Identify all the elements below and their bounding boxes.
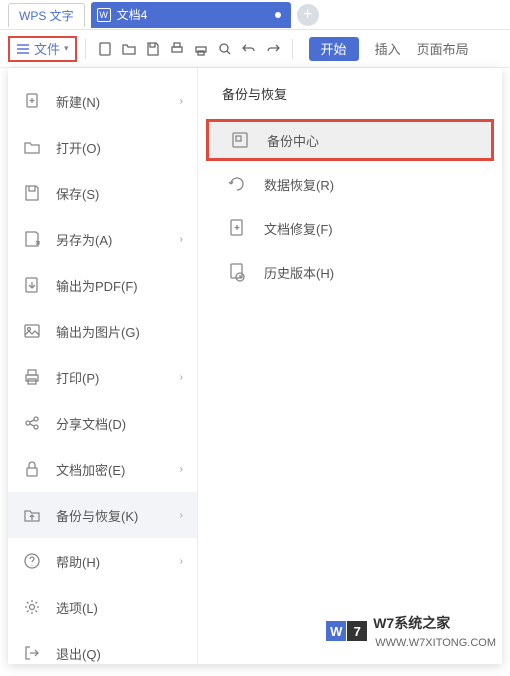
watermark-brand: W7系统之家 [373, 615, 450, 631]
chevron-right-icon: › [180, 96, 183, 107]
new-file-icon [22, 91, 42, 111]
lock-icon [22, 459, 42, 479]
chevron-down-icon: ▾ [64, 43, 69, 54]
chevron-right-icon: › [180, 234, 183, 245]
add-tab-button[interactable]: + [297, 4, 319, 26]
chevron-right-icon: › [180, 464, 183, 475]
menu-open[interactable]: 打开(O) [8, 124, 197, 170]
menu-label: 退出(Q) [56, 644, 183, 663]
gear-icon [22, 597, 42, 617]
submenu-title: 备份与恢复 [198, 80, 502, 117]
menu-label: 打开(O) [56, 138, 183, 157]
chevron-right-icon: › [180, 556, 183, 567]
print-icon[interactable] [190, 38, 212, 60]
repair-icon [226, 217, 248, 239]
menu-print[interactable]: 打印(P) › [8, 354, 197, 400]
exit-icon [22, 643, 42, 663]
backup-icon [22, 505, 42, 525]
backup-center-icon [229, 129, 251, 151]
open-icon[interactable] [118, 38, 140, 60]
submenu-label: 备份中心 [267, 131, 319, 150]
redo-icon[interactable] [262, 38, 284, 60]
chevron-right-icon: › [180, 372, 183, 383]
submenu-doc-repair[interactable]: 文档修复(F) [206, 207, 494, 249]
menu-label: 保存(S) [56, 184, 183, 203]
menu-label: 备份与恢复(K) [56, 506, 166, 525]
new-icon[interactable] [94, 38, 116, 60]
save-icon[interactable] [142, 38, 164, 60]
start-tab[interactable]: 开始 [309, 37, 359, 61]
watermark-logo: W 7 [326, 621, 367, 641]
history-icon [226, 261, 248, 283]
undo-icon[interactable] [238, 38, 260, 60]
file-menu-button[interactable]: 文件 ▾ [8, 36, 77, 62]
menu-saveas[interactable]: 另存为(A) › [8, 216, 197, 262]
share-icon [22, 413, 42, 433]
document-tab[interactable]: W 文档4 [91, 2, 291, 28]
menu-share[interactable]: 分享文档(D) [8, 400, 197, 446]
menu-label: 新建(N) [56, 92, 166, 111]
menu-label: 帮助(H) [56, 552, 166, 571]
save-file-icon [22, 183, 42, 203]
help-icon [22, 551, 42, 571]
submenu-backup-center[interactable]: 备份中心 [206, 119, 494, 161]
separator [292, 39, 293, 59]
submenu-label: 数据恢复(R) [264, 175, 334, 194]
watermark: W 7 W7系统之家 WWW.W7XITONG.COM [326, 613, 496, 649]
submenu-data-recovery[interactable]: 数据恢复(R) [206, 163, 494, 205]
recovery-icon [226, 173, 248, 195]
chevron-right-icon: › [180, 510, 183, 521]
insert-tab[interactable]: 插入 [375, 39, 401, 58]
page-layout-tab[interactable]: 页面布局 [417, 39, 469, 58]
menu-right-column: 备份与恢复 备份中心 数据恢复(R) 文档修复(F) 历史版本(H) [198, 68, 502, 664]
menu-label: 输出为图片(G) [56, 322, 183, 341]
app-tab-label: WPS 文字 [19, 7, 74, 24]
hamburger-icon [16, 43, 30, 55]
separator [85, 39, 86, 59]
menu-label: 选项(L) [56, 598, 183, 617]
menu-label: 文档加密(E) [56, 460, 166, 479]
logo-7: 7 [347, 621, 367, 641]
menu-save[interactable]: 保存(S) [8, 170, 197, 216]
toolbar: 文件 ▾ 开始 插入 页面布局 [0, 30, 510, 68]
menu-label: 分享文档(D) [56, 414, 183, 433]
tab-bar: WPS 文字 W 文档4 + [0, 0, 510, 30]
saveas-icon [22, 229, 42, 249]
file-label: 文件 [34, 39, 60, 58]
app-tab[interactable]: WPS 文字 [8, 3, 85, 27]
menu-new[interactable]: 新建(N) › [8, 78, 197, 124]
folder-icon [22, 137, 42, 157]
file-menu-dropdown: 新建(N) › 打开(O) 保存(S) 另存为(A) › 输出为PDF(F) 输出为… [8, 68, 502, 664]
logo-w: W [326, 621, 346, 641]
print-quick-icon[interactable] [166, 38, 188, 60]
menu-options[interactable]: 选项(L) [8, 584, 197, 630]
menu-export-pdf[interactable]: 输出为PDF(F) [8, 262, 197, 308]
menu-label: 打印(P) [56, 368, 166, 387]
image-icon [22, 321, 42, 341]
menu-export-image[interactable]: 输出为图片(G) [8, 308, 197, 354]
menu-left-column: 新建(N) › 打开(O) 保存(S) 另存为(A) › 输出为PDF(F) 输出为… [8, 68, 198, 664]
menu-label: 输出为PDF(F) [56, 276, 183, 295]
menu-exit[interactable]: 退出(Q) [8, 630, 197, 676]
start-label: 开始 [321, 39, 347, 58]
pdf-icon [22, 275, 42, 295]
submenu-label: 文档修复(F) [264, 219, 333, 238]
menu-label: 另存为(A) [56, 230, 166, 249]
preview-icon[interactable] [214, 38, 236, 60]
menu-backup[interactable]: 备份与恢复(K) › [8, 492, 197, 538]
menu-encrypt[interactable]: 文档加密(E) › [8, 446, 197, 492]
printer-icon [22, 367, 42, 387]
watermark-url: WWW.W7XITONG.COM [375, 637, 496, 649]
menu-help[interactable]: 帮助(H) › [8, 538, 197, 584]
document-tab-label: 文档4 [117, 6, 148, 23]
submenu-label: 历史版本(H) [264, 263, 334, 282]
doc-icon: W [97, 8, 111, 22]
tab-modified-dot [275, 12, 281, 18]
submenu-history[interactable]: 历史版本(H) [206, 251, 494, 293]
